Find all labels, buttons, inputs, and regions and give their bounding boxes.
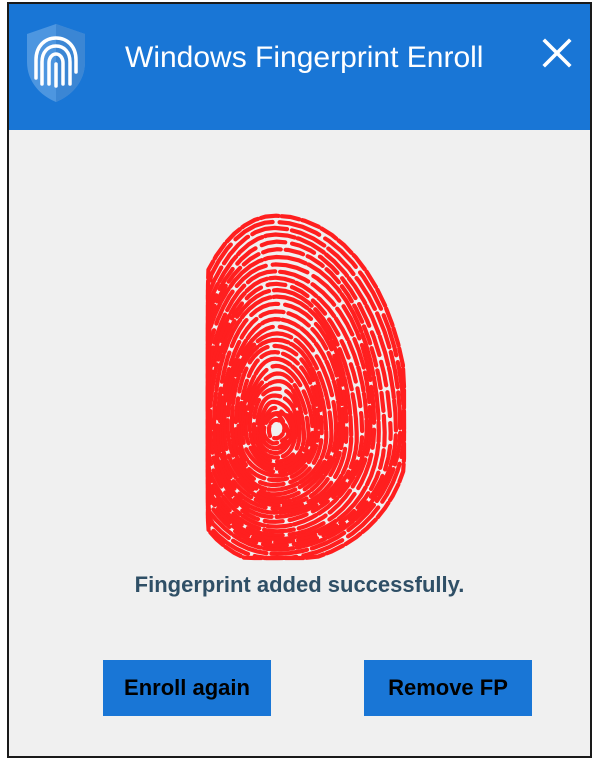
fingerprint-enroll-window: Windows Fingerprint Enroll Fingerprint a…	[7, 2, 592, 758]
status-message: Fingerprint added successfully.	[134, 572, 465, 597]
close-icon[interactable]	[534, 30, 580, 76]
title-bar: Windows Fingerprint Enroll	[9, 4, 590, 130]
enroll-again-button[interactable]: Enroll again	[103, 660, 271, 716]
window-title: Windows Fingerprint Enroll	[125, 41, 484, 74]
remove-fp-button[interactable]: Remove FP	[364, 660, 532, 716]
fingerprint-icon	[205, 213, 407, 561]
shield-fingerprint-icon	[27, 24, 85, 102]
